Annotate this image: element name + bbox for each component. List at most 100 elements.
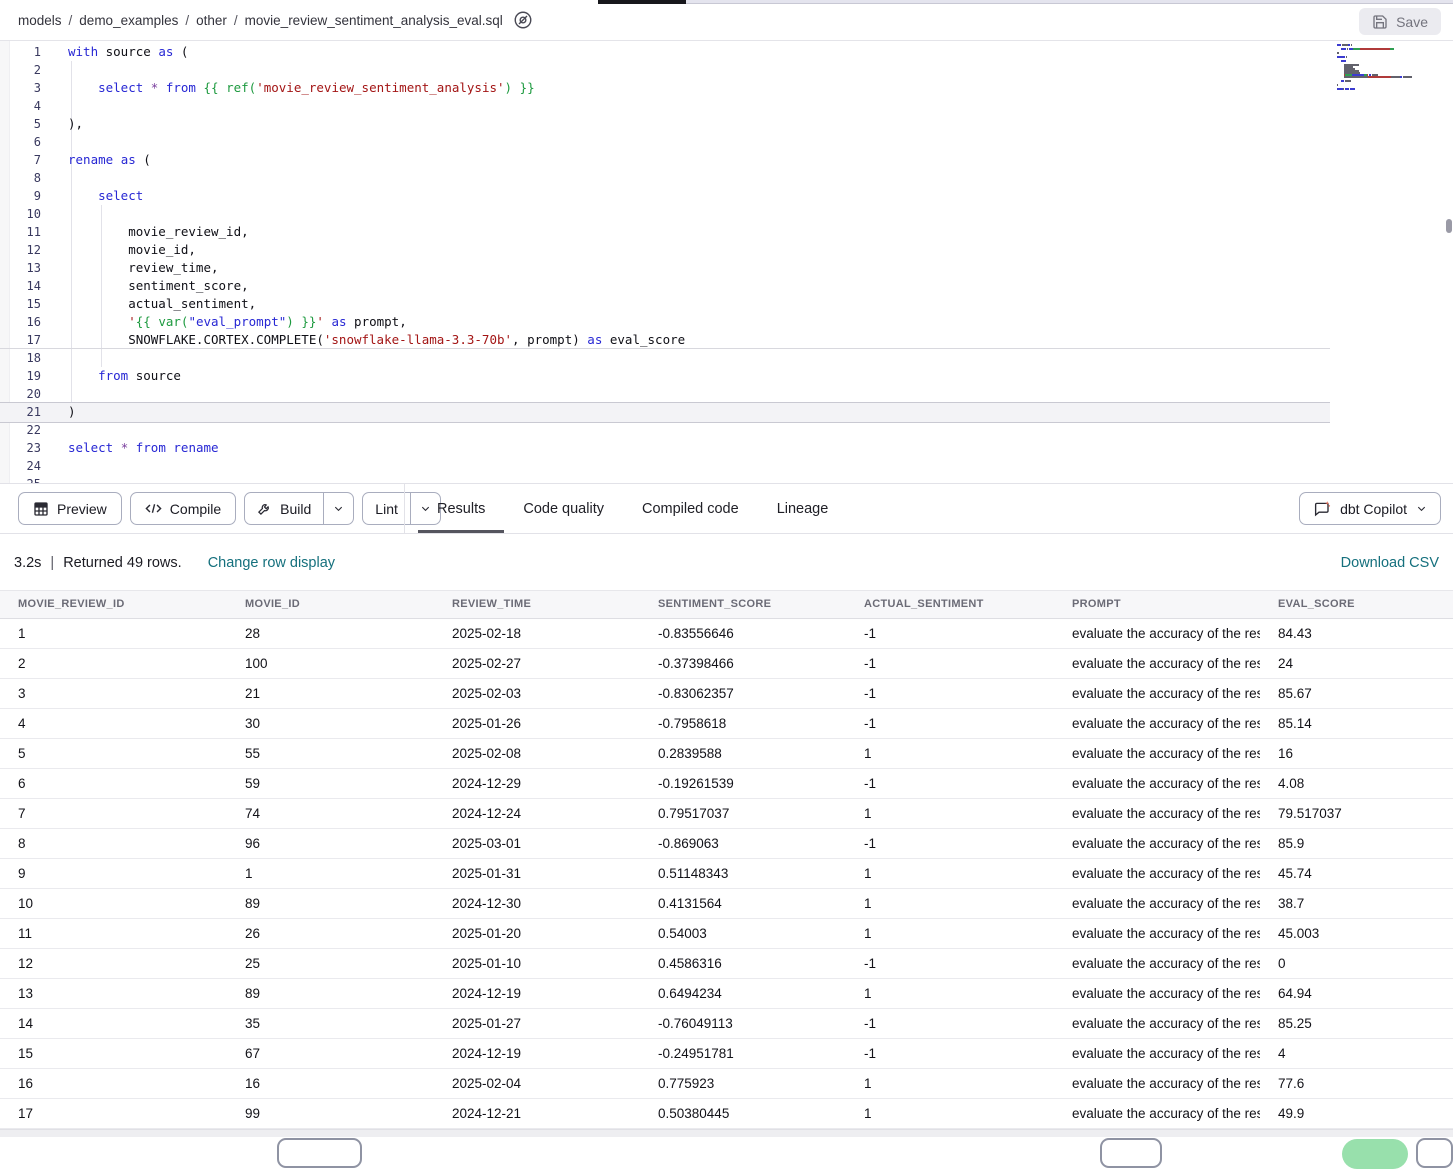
tab-code-quality[interactable]: Code quality bbox=[504, 484, 623, 533]
table-row: 1282025-02-18-0.83556646-1evaluate the a… bbox=[0, 619, 1453, 649]
cell: 17 bbox=[0, 1099, 227, 1128]
code-line[interactable]: 7rename as ( bbox=[0, 151, 1453, 169]
code-editor[interactable]: 1with source as (23 select * from {{ ref… bbox=[0, 41, 1453, 483]
column-header: PROMPT bbox=[1054, 591, 1260, 618]
code-line[interactable]: 20 bbox=[0, 385, 1453, 403]
code-line[interactable]: 9 select bbox=[0, 187, 1453, 205]
tab-compiled-code[interactable]: Compiled code bbox=[623, 484, 758, 533]
cell: 2025-02-27 bbox=[434, 649, 640, 678]
cell: 2024-12-24 bbox=[434, 799, 640, 828]
bottom-partial-button[interactable] bbox=[277, 1138, 362, 1168]
code-line[interactable]: 2 bbox=[0, 61, 1453, 79]
prompt-text: evaluate the accuracy of the res… bbox=[1072, 889, 1260, 918]
cell: 99 bbox=[227, 1099, 434, 1128]
code-line[interactable]: 15 actual_sentiment, bbox=[0, 295, 1453, 313]
code-line[interactable]: 25 bbox=[0, 475, 1453, 483]
cell-prompt: evaluate the accuracy of the res… bbox=[1054, 979, 1260, 1008]
prompt-text: evaluate the accuracy of the res… bbox=[1072, 1039, 1260, 1068]
build-dropdown-chevron-icon[interactable] bbox=[323, 493, 353, 524]
cell: 1 bbox=[846, 1099, 1054, 1128]
table-row: 6592024-12-29-0.19261539-1evaluate the a… bbox=[0, 769, 1453, 799]
cell: 2024-12-29 bbox=[434, 769, 640, 798]
cell-prompt: evaluate the accuracy of the res… bbox=[1054, 949, 1260, 978]
cell: 100 bbox=[227, 649, 434, 678]
code-line[interactable]: 14 sentiment_score, bbox=[0, 277, 1453, 295]
build-button[interactable]: Build bbox=[245, 493, 323, 524]
cell: 85.14 bbox=[1260, 709, 1453, 738]
prompt-text: evaluate the accuracy of the res… bbox=[1072, 679, 1260, 708]
cell-prompt: evaluate the accuracy of the res… bbox=[1054, 1099, 1260, 1128]
bottom-partial-button[interactable] bbox=[1416, 1138, 1453, 1168]
copilot-chat-icon bbox=[1313, 500, 1331, 518]
cell: 89 bbox=[227, 889, 434, 918]
preview-button[interactable]: Preview bbox=[18, 492, 122, 525]
table-row: 21002025-02-27-0.37398466-1evaluate the … bbox=[0, 649, 1453, 679]
code-line[interactable]: 24 bbox=[0, 457, 1453, 475]
cell: 2025-01-26 bbox=[434, 709, 640, 738]
change-row-display-link[interactable]: Change row display bbox=[208, 555, 335, 571]
lint-button[interactable]: Lint bbox=[363, 493, 410, 524]
cell: -1 bbox=[846, 949, 1054, 978]
breadcrumb-item: movie_review_sentiment_analysis_eval.sql bbox=[245, 13, 503, 28]
cell: -1 bbox=[846, 649, 1054, 678]
tab-results[interactable]: Results bbox=[418, 484, 504, 533]
prompt-text: evaluate the accuracy of the res… bbox=[1072, 949, 1260, 978]
code-line[interactable]: 17 SNOWFLAKE.CORTEX.COMPLETE('snowflake-… bbox=[0, 331, 1453, 349]
table-row: 14352025-01-27-0.76049113-1evaluate the … bbox=[0, 1009, 1453, 1039]
save-button[interactable]: Save bbox=[1359, 8, 1441, 35]
cell: 45.74 bbox=[1260, 859, 1453, 888]
code-line[interactable]: 5), bbox=[0, 115, 1453, 133]
code-line[interactable]: 19 from source bbox=[0, 367, 1453, 385]
minimap[interactable] bbox=[1337, 44, 1425, 94]
compile-button[interactable]: Compile bbox=[130, 492, 236, 525]
cell: 2025-02-04 bbox=[434, 1069, 640, 1098]
cell: 21 bbox=[227, 679, 434, 708]
cell-prompt: evaluate the accuracy of the res… bbox=[1054, 919, 1260, 948]
code-line[interactable]: 13 review_time, bbox=[0, 259, 1453, 277]
file-status-icon[interactable] bbox=[513, 10, 534, 31]
breadcrumb-item: models bbox=[18, 13, 62, 28]
code-line[interactable]: 10 bbox=[0, 205, 1453, 223]
table-body: 1282025-02-18-0.83556646-1evaluate the a… bbox=[0, 619, 1453, 1129]
cell: 2025-02-08 bbox=[434, 739, 640, 768]
code-line[interactable]: 21) bbox=[0, 403, 1453, 421]
cell: 85.25 bbox=[1260, 1009, 1453, 1038]
code-line[interactable]: 1with source as ( bbox=[0, 43, 1453, 61]
column-header: MOVIE_ID bbox=[227, 591, 434, 618]
code-line[interactable]: 23select * from rename bbox=[0, 439, 1453, 457]
table-row: 12252025-01-100.4586316-1evaluate the ac… bbox=[0, 949, 1453, 979]
bottom-partial-green-pill[interactable] bbox=[1342, 1139, 1408, 1169]
cell: 1 bbox=[846, 799, 1054, 828]
table-hscrollbar[interactable] bbox=[0, 1129, 1453, 1137]
code-line[interactable]: 22 bbox=[0, 421, 1453, 439]
query-time: 3.2s bbox=[14, 555, 41, 571]
code-line[interactable]: 18 bbox=[0, 349, 1453, 367]
prompt-text: evaluate the accuracy of the res… bbox=[1072, 739, 1260, 768]
code-text: with source as ( bbox=[68, 44, 188, 59]
prompt-text: evaluate the accuracy of the res… bbox=[1072, 859, 1260, 888]
cell: -1 bbox=[846, 709, 1054, 738]
download-csv-link[interactable]: Download CSV bbox=[1341, 555, 1439, 571]
cell: 85.9 bbox=[1260, 829, 1453, 858]
lint-label: Lint bbox=[375, 501, 398, 517]
code-line[interactable]: 11 movie_review_id, bbox=[0, 223, 1453, 241]
line-number: 16 bbox=[10, 313, 41, 331]
bottom-partial-button[interactable] bbox=[1100, 1138, 1162, 1168]
cell: 2025-01-27 bbox=[434, 1009, 640, 1038]
code-line[interactable]: 8 bbox=[0, 169, 1453, 187]
cell: 2025-01-31 bbox=[434, 859, 640, 888]
code-line[interactable]: 6 bbox=[0, 133, 1453, 151]
dbt-copilot-button[interactable]: dbt Copilot bbox=[1299, 492, 1441, 525]
line-number: 20 bbox=[10, 385, 41, 403]
cell: 2025-01-10 bbox=[434, 949, 640, 978]
code-line[interactable]: 4 bbox=[0, 97, 1453, 115]
code-line[interactable]: 3 select * from {{ ref('movie_review_sen… bbox=[0, 79, 1453, 97]
editor-scrollbar-thumb[interactable] bbox=[1446, 219, 1452, 233]
code-line[interactable]: 12 movie_id, bbox=[0, 241, 1453, 259]
cell: 45.003 bbox=[1260, 919, 1453, 948]
cell: 6 bbox=[0, 769, 227, 798]
code-line[interactable]: 16 '{{ var("eval_prompt") }}' as prompt, bbox=[0, 313, 1453, 331]
tab-lineage[interactable]: Lineage bbox=[758, 484, 848, 533]
prompt-text: evaluate the accuracy of the res… bbox=[1072, 709, 1260, 738]
code-lines[interactable]: 1with source as (23 select * from {{ ref… bbox=[0, 43, 1453, 483]
